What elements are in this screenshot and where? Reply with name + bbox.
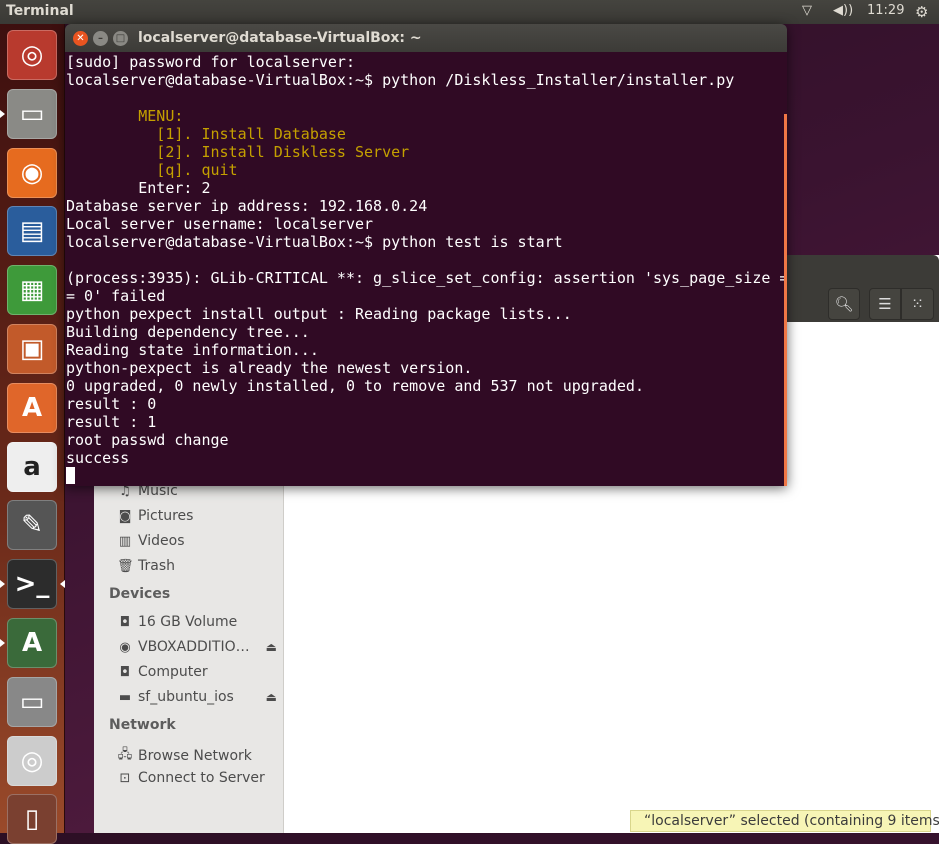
sidebar-item[interactable]: ◘ Computer	[117, 664, 277, 680]
grid-icon: ⁙	[911, 295, 924, 313]
cursor	[66, 467, 75, 484]
eject-icon[interactable]: ⏏	[266, 640, 277, 654]
system-settings-icon[interactable]: ✎	[7, 500, 57, 551]
sidebar-item-label: Trash	[138, 558, 175, 574]
wifi-icon[interactable]: ▽	[802, 3, 812, 18]
terminal-icon[interactable]: >_	[7, 559, 57, 610]
terminal-line: MENU:	[66, 107, 184, 125]
ubuntu-dash-icon[interactable]: ◎	[7, 30, 57, 80]
trash-icon[interactable]: ▯	[7, 794, 57, 844]
list-icon: ☰	[878, 295, 892, 313]
network-icon: 🖧︎	[117, 747, 133, 762]
drive-icon: ◘	[119, 664, 131, 680]
terminal-line: [2]. Install Diskless Server	[66, 143, 410, 161]
terminal-line: success	[66, 449, 130, 467]
terminal-line: [q]. quit	[66, 161, 238, 179]
running-indicator	[0, 580, 5, 589]
libreoffice-writer-icon[interactable]: ▤	[7, 206, 57, 257]
running-indicator	[60, 580, 65, 589]
close-button[interactable]: ✕	[73, 31, 88, 46]
sidebar-item-label: Browse Network	[138, 748, 252, 764]
sidebar-item[interactable]: ◙ Pictures	[117, 508, 277, 524]
sidebar-item-label: Connect to Server	[138, 770, 265, 786]
sidebar-item[interactable]: 🗑︎ Trash	[117, 558, 277, 574]
terminal-window[interactable]: ✕ – □ localserver@database-VirtualBox: ~…	[65, 24, 787, 486]
window-title: localserver@database-VirtualBox: ~	[138, 30, 422, 46]
terminal-line: localserver@database-VirtualBox:~$ pytho…	[66, 71, 735, 89]
dvd-icon[interactable]: ◎	[7, 735, 57, 786]
terminal-titlebar[interactable]: ✕ – □ localserver@database-VirtualBox: ~	[65, 24, 787, 52]
drive-icon: ◘	[119, 614, 131, 630]
grid-view-button[interactable]: ⁙	[901, 288, 934, 320]
sidebar-heading: Network	[109, 717, 176, 733]
terminal-output[interactable]: [sudo] password for localserver: localser…	[65, 52, 787, 486]
running-indicator	[0, 639, 5, 647]
sidebar-item-label: VBOXADDITIO…	[138, 639, 250, 655]
scrollbar[interactable]	[784, 114, 787, 486]
sidebar-item[interactable]: ⊡ Connect to Server	[117, 770, 277, 786]
terminal-line: Local server username: localserver	[66, 215, 374, 233]
minimize-button[interactable]: –	[93, 31, 108, 46]
terminal-line: Database server ip address: 192.168.0.24	[66, 197, 428, 215]
sidebar-item[interactable]: ▥ Videos	[117, 533, 277, 549]
amazon-icon[interactable]: a	[7, 441, 57, 492]
sidebar-item[interactable]: ◉ VBOXADDITIO… ⏏	[117, 639, 277, 655]
sidebar-item-label: 16 GB Volume	[138, 614, 238, 630]
software-updater-icon[interactable]: A	[7, 618, 57, 668]
terminal-line: [1]. Install Database	[66, 125, 346, 143]
terminal-line: localserver@database-VirtualBox:~$ pytho…	[66, 233, 563, 251]
terminal-line: result : 1	[66, 413, 157, 431]
search-icon: 🔍︎	[834, 295, 854, 313]
software-center-icon[interactable]: A	[7, 382, 57, 433]
terminal-line: root passwd change	[66, 431, 229, 449]
prompt-line	[66, 467, 787, 485]
sidebar-heading: Devices	[109, 586, 171, 602]
firefox-icon[interactable]: ◉	[7, 147, 57, 198]
terminal-line: Enter: 2	[66, 179, 211, 197]
files-icon[interactable]: ▭	[7, 88, 57, 139]
terminal-line: python pexpect install output : Reading …	[66, 305, 572, 323]
terminal-line: Building dependency tree...	[66, 323, 310, 341]
sidebar-item-label: Pictures	[138, 508, 194, 524]
sidebar-item[interactable]: ▬ sf_ubuntu_ios ⏏	[117, 689, 277, 705]
disc-icon: ◉	[119, 639, 131, 655]
list-view-button[interactable]: ☰	[869, 288, 901, 320]
sidebar-item-label: Videos	[138, 533, 185, 549]
terminal-line: result : 0	[66, 395, 157, 413]
status-bar: “localserver” selected (containing 9 ite…	[630, 810, 939, 832]
volume-icon[interactable]: ◀))	[833, 3, 853, 18]
top-panel: Terminal ▽ ◀)) 11:29 ⚙	[0, 0, 939, 24]
terminal-line: 0 upgraded, 0 newly installed, 0 to remo…	[66, 377, 644, 395]
terminal-line: = 0' failed	[66, 287, 166, 305]
maximize-button[interactable]: □	[113, 31, 128, 46]
power-gear-icon[interactable]: ⚙	[915, 3, 928, 21]
app-title: Terminal	[6, 3, 74, 19]
launcher: ◎ ▭ ◉ ▤ ▦ ▣ Aa ✎ >_ A ▭ ◎ ▯	[0, 24, 65, 844]
terminal-line: (process:3935): GLib-CRITICAL **: g_slic…	[66, 269, 787, 287]
search-button[interactable]: 🔍︎	[828, 288, 860, 320]
server-icon: ⊡	[119, 770, 131, 786]
libreoffice-impress-icon[interactable]: ▣	[7, 324, 57, 374]
sidebar-item-label: Computer	[138, 664, 208, 680]
film-icon: ▥	[118, 533, 132, 549]
sidebar-item-label: sf_ubuntu_ios	[138, 689, 234, 705]
terminal-line: Reading state information...	[66, 341, 319, 359]
terminal-line: python-pexpect is already the newest ver…	[66, 359, 473, 377]
eject-icon[interactable]: ⏏	[266, 690, 277, 704]
terminal-line: [sudo] password for localserver:	[66, 53, 355, 71]
clock[interactable]: 11:29	[867, 3, 904, 18]
sidebar-item[interactable]: ◘ 16 GB Volume	[117, 614, 277, 630]
running-indicator	[0, 109, 5, 118]
trash-icon: 🗑︎	[117, 558, 134, 574]
sidebar-item[interactable]: 🖧︎ Browse Network	[117, 745, 277, 767]
share-drive-icon: ▬	[118, 689, 132, 705]
camera-icon: ◙	[118, 508, 132, 524]
libreoffice-calc-icon[interactable]: ▦	[7, 265, 57, 316]
disk-icon[interactable]: ▭	[7, 676, 57, 727]
